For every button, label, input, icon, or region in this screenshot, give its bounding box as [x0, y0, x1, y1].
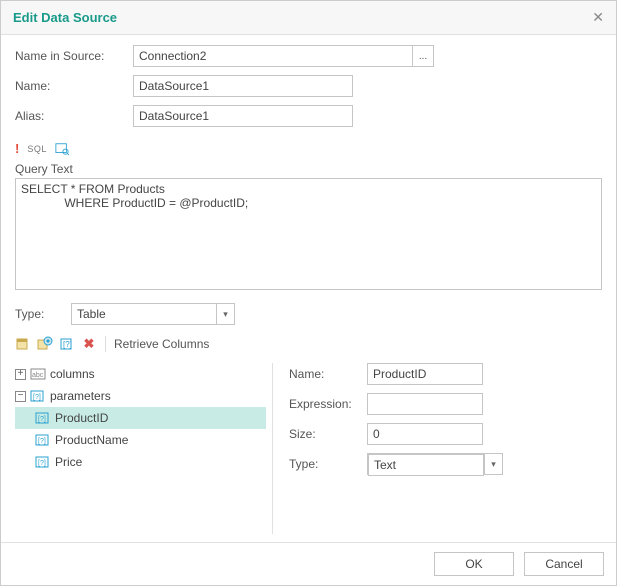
tree-item-label: ProductName	[55, 433, 128, 447]
name-in-source-row: Name in Source: ...	[15, 45, 602, 67]
svg-text:[?]: [?]	[33, 394, 41, 401]
param-type-value[interactable]	[368, 454, 484, 476]
tree-node-param-productid[interactable]: [?] ProductID	[15, 407, 266, 429]
name-in-source-label: Name in Source:	[15, 49, 133, 63]
delete-icon[interactable]: ✖	[81, 336, 97, 352]
param-icon: [?]	[35, 411, 51, 425]
parameters-folder-icon: [?]	[30, 389, 46, 403]
svg-text:[?]: [?]	[63, 340, 72, 349]
columns-folder-icon: abc	[30, 367, 46, 381]
tree-node-columns[interactable]: + abc columns	[15, 363, 266, 385]
param-name-row: Name:	[289, 363, 602, 385]
cancel-button[interactable]: Cancel	[524, 552, 604, 576]
param-type-label: Type:	[289, 457, 367, 471]
name-in-source-input[interactable]	[133, 45, 413, 67]
edit-data-source-dialog: Edit Data Source ✕ Name in Source: ... N…	[0, 0, 617, 586]
new-column-icon[interactable]	[15, 336, 31, 352]
ok-button[interactable]: OK	[434, 552, 514, 576]
name-row: Name:	[15, 75, 602, 97]
tree-node-parameters-label: parameters	[50, 389, 111, 403]
param-size-label: Size:	[289, 427, 367, 441]
columns-tree: + abc columns − [?] parameters	[15, 363, 266, 473]
query-text-label: Query Text	[15, 162, 602, 176]
source-type-combo[interactable]: ▾	[71, 303, 235, 325]
titlebar: Edit Data Source ✕	[1, 1, 616, 35]
alert-icon: !	[15, 141, 19, 156]
param-expression-label: Expression:	[289, 397, 367, 411]
source-type-row: Type: ▾	[15, 303, 602, 325]
param-column-icon[interactable]: [?]	[59, 336, 75, 352]
toolbar-separator	[105, 336, 106, 352]
bottom-split: + abc columns − [?] parameters	[15, 363, 602, 534]
parameter-properties: Name: Expression: Size: Type: ▾	[273, 363, 602, 534]
query-section: Query Text SELECT * FROM Products WHERE …	[15, 162, 602, 293]
param-type-combo[interactable]: ▾	[367, 453, 503, 475]
param-size-row: Size:	[289, 423, 602, 445]
param-type-row: Type: ▾	[289, 453, 602, 475]
param-icon: [?]	[35, 433, 51, 447]
param-icon: [?]	[35, 455, 51, 469]
alias-input[interactable]	[133, 105, 353, 127]
sql-preview-icon[interactable]	[55, 142, 69, 156]
source-type-value[interactable]	[72, 304, 216, 324]
collapse-icon[interactable]: −	[15, 391, 26, 402]
name-label: Name:	[15, 79, 133, 93]
dialog-title: Edit Data Source	[13, 10, 117, 25]
tree-node-param-productname[interactable]: [?] ProductName	[15, 429, 266, 451]
tree-item-label: Price	[55, 455, 82, 469]
tree-item-label: ProductID	[55, 411, 108, 425]
dialog-body: Name in Source: ... Name: Alias: ! SQL Q…	[1, 35, 616, 542]
retrieve-columns-button[interactable]: Retrieve Columns	[114, 337, 209, 351]
chevron-down-icon[interactable]: ▾	[484, 454, 502, 474]
param-name-input[interactable]	[367, 363, 483, 385]
browse-connection-button[interactable]: ...	[412, 45, 434, 67]
alias-label: Alias:	[15, 109, 133, 123]
expand-icon[interactable]: +	[15, 369, 26, 380]
name-input[interactable]	[133, 75, 353, 97]
dialog-footer: OK Cancel	[1, 542, 616, 585]
tree-node-columns-label: columns	[50, 367, 95, 381]
tree-panel: + abc columns − [?] parameters	[15, 363, 273, 534]
alias-row: Alias:	[15, 105, 602, 127]
sql-toolbar: ! SQL	[15, 139, 602, 162]
svg-text:[?]: [?]	[38, 438, 46, 445]
tree-node-parameters[interactable]: − [?] parameters	[15, 385, 266, 407]
svg-text:abc: abc	[32, 372, 44, 379]
param-name-label: Name:	[289, 367, 367, 381]
param-size-input[interactable]	[367, 423, 483, 445]
source-type-label: Type:	[15, 307, 71, 321]
chevron-down-icon[interactable]: ▾	[216, 304, 234, 324]
svg-text:[?]: [?]	[38, 416, 46, 423]
sql-label: SQL	[27, 144, 47, 154]
close-icon[interactable]: ✕	[592, 9, 604, 26]
param-expression-input[interactable]	[367, 393, 483, 415]
query-text-input[interactable]: SELECT * FROM Products WHERE ProductID =…	[15, 178, 602, 290]
tree-node-param-price[interactable]: [?] Price	[15, 451, 266, 473]
calculated-column-icon[interactable]	[37, 336, 53, 352]
columns-toolbar: [?] ✖ Retrieve Columns	[15, 335, 602, 353]
param-expression-row: Expression:	[289, 393, 602, 415]
svg-text:[?]: [?]	[38, 460, 46, 467]
